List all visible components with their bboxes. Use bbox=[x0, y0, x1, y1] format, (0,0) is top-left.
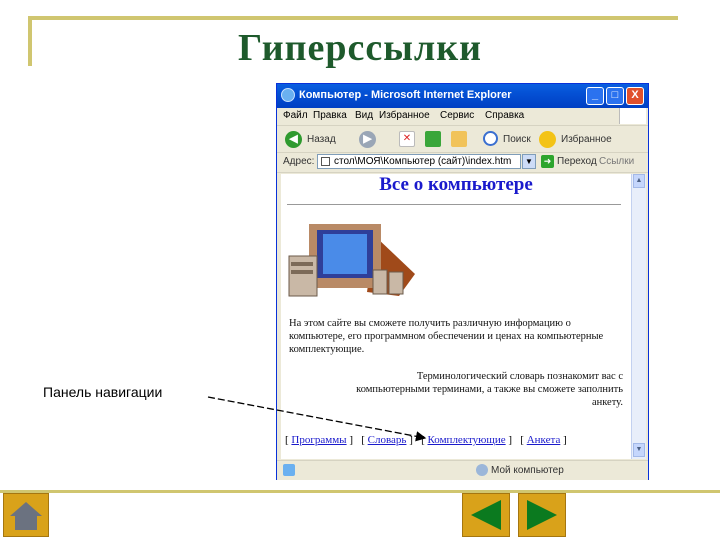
triangle-right-icon bbox=[527, 500, 557, 530]
triangle-left-icon bbox=[471, 500, 501, 530]
previous-slide-button[interactable] bbox=[462, 493, 510, 537]
next-slide-button[interactable] bbox=[518, 493, 566, 537]
home-icon bbox=[10, 502, 42, 530]
home-button[interactable] bbox=[3, 493, 49, 537]
annotation-arrow bbox=[207, 396, 427, 442]
